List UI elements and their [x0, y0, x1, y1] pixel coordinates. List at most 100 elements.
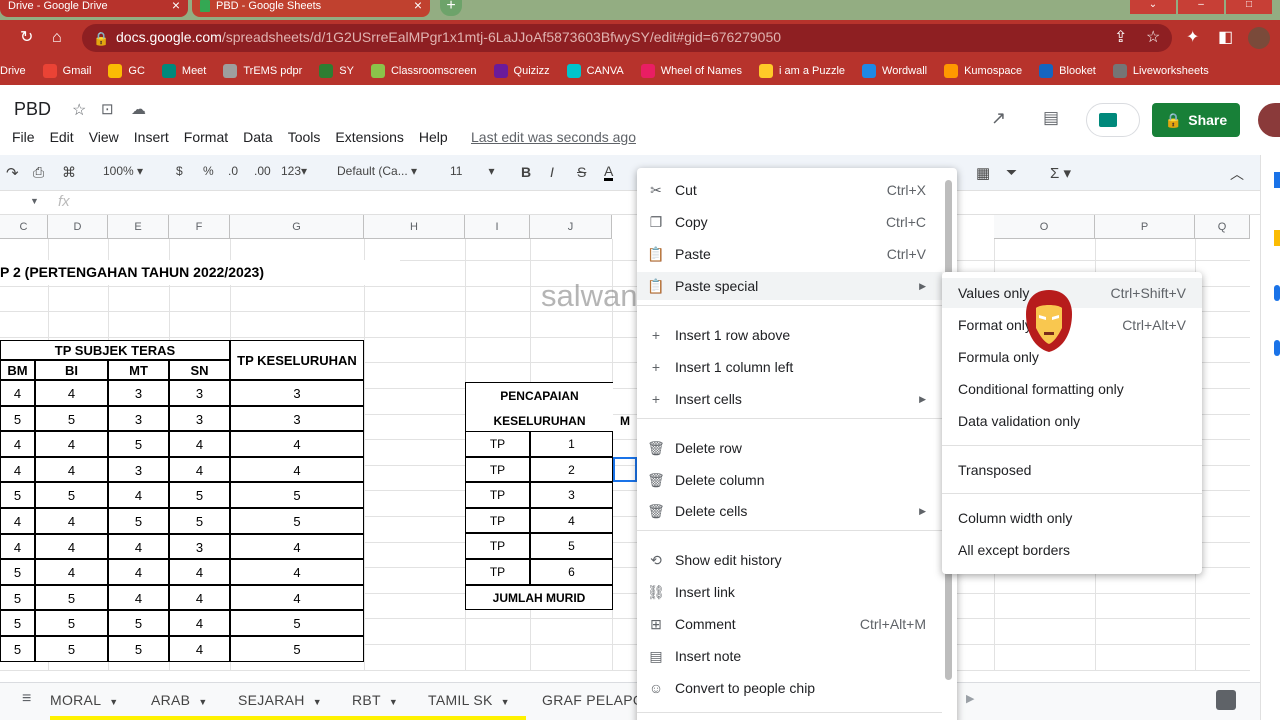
zoom-select[interactable]: 100% ▾: [103, 164, 143, 178]
menu-edit[interactable]: Edit: [50, 129, 74, 145]
data-cell[interactable]: 4: [35, 533, 108, 560]
data-cell[interactable]: 5: [108, 431, 169, 457]
column-header[interactable]: E: [108, 215, 169, 239]
data-cell[interactable]: 5: [35, 405, 108, 432]
column-header[interactable]: Q: [1195, 215, 1250, 239]
subject-header-cell[interactable]: SN: [169, 360, 230, 380]
data-cell[interactable]: 3: [169, 533, 230, 560]
menu-tools[interactable]: Tools: [288, 129, 321, 145]
data-cell[interactable]: 5: [0, 636, 35, 662]
menu-data[interactable]: Data: [243, 129, 273, 145]
data-cell[interactable]: 5: [230, 636, 364, 662]
home-icon[interactable]: ⌂: [52, 28, 62, 48]
context-menu-item[interactable]: ✂ Cut Ctrl+X: [637, 176, 942, 204]
data-cell[interactable]: 3: [169, 405, 230, 432]
data-cell[interactable]: 4: [35, 456, 108, 483]
column-header[interactable]: P: [1095, 215, 1195, 239]
context-menu-item[interactable]: + Insert 1 column left: [637, 353, 942, 381]
sheet-tab[interactable]: SEJARAH ▼: [238, 692, 322, 708]
column-header[interactable]: H: [364, 215, 465, 239]
selected-cell[interactable]: [613, 457, 637, 482]
data-cell[interactable]: 5: [0, 405, 35, 432]
data-cell[interactable]: 4: [35, 431, 108, 457]
sheet-tab[interactable]: RBT ▼: [352, 692, 398, 708]
data-cell[interactable]: 5: [169, 482, 230, 508]
data-cell[interactable]: 4: [169, 610, 230, 636]
data-cell[interactable]: 5: [108, 636, 169, 662]
header-cell[interactable]: TP SUBJEK TERAS: [0, 340, 230, 360]
subject-header-cell[interactable]: BI: [35, 360, 108, 380]
percent-button[interactable]: %: [203, 164, 214, 178]
print-icon[interactable]: ⎙: [33, 164, 44, 181]
data-cell[interactable]: 4: [108, 584, 169, 611]
explore-icon[interactable]: [1216, 690, 1236, 710]
doc-title[interactable]: PBD: [14, 99, 51, 120]
column-header[interactable]: J: [530, 215, 612, 239]
filter-icon[interactable]: ⏷: [1006, 164, 1017, 181]
column-header[interactable]: I: [465, 215, 530, 239]
tp-value-cell[interactable]: 2: [530, 456, 613, 483]
menu-file[interactable]: File: [12, 129, 35, 145]
share-page-icon[interactable]: ⇪: [1114, 28, 1127, 48]
calendar-icon[interactable]: [1274, 172, 1280, 188]
data-cell[interactable]: 5: [230, 508, 364, 534]
context-menu-item[interactable]: + Insert cells ▶: [637, 385, 942, 413]
bookmark-item[interactable]: Liveworksheets: [1112, 63, 1209, 78]
close-icon[interactable]: ×: [172, 0, 180, 12]
bookmark-item[interactable]: Wordwall: [862, 63, 927, 78]
data-cell[interactable]: 5: [108, 508, 169, 534]
data-cell[interactable]: 5: [230, 610, 364, 636]
tab-search-icon[interactable]: ⌄: [1130, 0, 1176, 14]
redo-icon[interactable]: ↷: [6, 164, 19, 182]
bookmark-item[interactable]: Classroomscreen: [370, 63, 477, 78]
scroll-tabs-right-icon[interactable]: ▶: [966, 692, 974, 705]
context-menu-item[interactable]: ❐ Copy Ctrl+C: [637, 208, 942, 236]
data-cell[interactable]: 4: [0, 456, 35, 483]
data-cell[interactable]: 5: [108, 610, 169, 636]
paste-special-item[interactable]: All except borders: [942, 535, 1202, 565]
comments-icon[interactable]: ▤: [1043, 108, 1059, 128]
tp-value-cell[interactable]: 1: [530, 431, 613, 457]
sheet-tab[interactable]: TAMIL SK ▼: [428, 692, 510, 708]
browser-tab-drive[interactable]: Drive - Google Drive ×: [0, 0, 188, 17]
data-cell[interactable]: 5: [35, 482, 108, 508]
data-cell[interactable]: 4: [35, 380, 108, 406]
name-box-dropdown-icon[interactable]: ▼: [30, 196, 39, 206]
italic-button[interactable]: I: [550, 164, 554, 180]
menu-insert[interactable]: Insert: [134, 129, 169, 145]
bookmark-item[interactable]: Blooket: [1039, 63, 1096, 78]
data-cell[interactable]: 4: [230, 456, 364, 483]
data-cell[interactable]: 4: [230, 533, 364, 560]
bookmark-star-icon[interactable]: ☆: [1146, 28, 1160, 48]
contacts-icon[interactable]: [1274, 340, 1280, 356]
data-cell[interactable]: 5: [35, 584, 108, 611]
bookmark-item[interactable]: Meet: [161, 63, 206, 78]
decrease-decimal-button[interactable]: .0: [228, 164, 238, 178]
data-cell[interactable]: 4: [230, 431, 364, 457]
bookmark-item[interactable]: Gmail: [42, 63, 91, 78]
column-header[interactable]: G: [230, 215, 364, 239]
data-cell[interactable]: 3: [230, 405, 364, 432]
url-text[interactable]: docs.google.com/spreadsheets/d/1G2USrreE…: [116, 29, 781, 45]
data-cell[interactable]: 5: [230, 482, 364, 508]
data-cell[interactable]: 4: [169, 559, 230, 585]
functions-icon[interactable]: Σ ▾: [1050, 164, 1071, 182]
data-cell[interactable]: 4: [108, 559, 169, 585]
data-cell[interactable]: 4: [108, 533, 169, 560]
data-cell[interactable]: 3: [169, 380, 230, 406]
bookmark-item[interactable]: Drive: [0, 65, 26, 77]
menu-help[interactable]: Help: [419, 129, 448, 145]
column-header[interactable]: F: [169, 215, 230, 239]
data-cell[interactable]: 3: [108, 380, 169, 406]
bookmark-item[interactable]: GC: [108, 63, 145, 78]
data-cell[interactable]: 4: [35, 508, 108, 534]
minimize-icon[interactable]: –: [1178, 0, 1224, 14]
formula-bar[interactable]: [0, 191, 1260, 215]
data-cell[interactable]: 5: [35, 636, 108, 662]
star-icon[interactable]: ☆: [72, 100, 86, 120]
last-edit-link[interactable]: Last edit was seconds ago: [471, 129, 636, 145]
bookmark-item[interactable]: TrEMS pdpr: [223, 63, 302, 78]
text-color-button[interactable]: A: [604, 164, 614, 181]
data-cell[interactable]: 3: [108, 456, 169, 483]
sheet-title-cell[interactable]: P 2 (PERTENGAHAN TAHUN 2022/2023): [0, 260, 400, 285]
